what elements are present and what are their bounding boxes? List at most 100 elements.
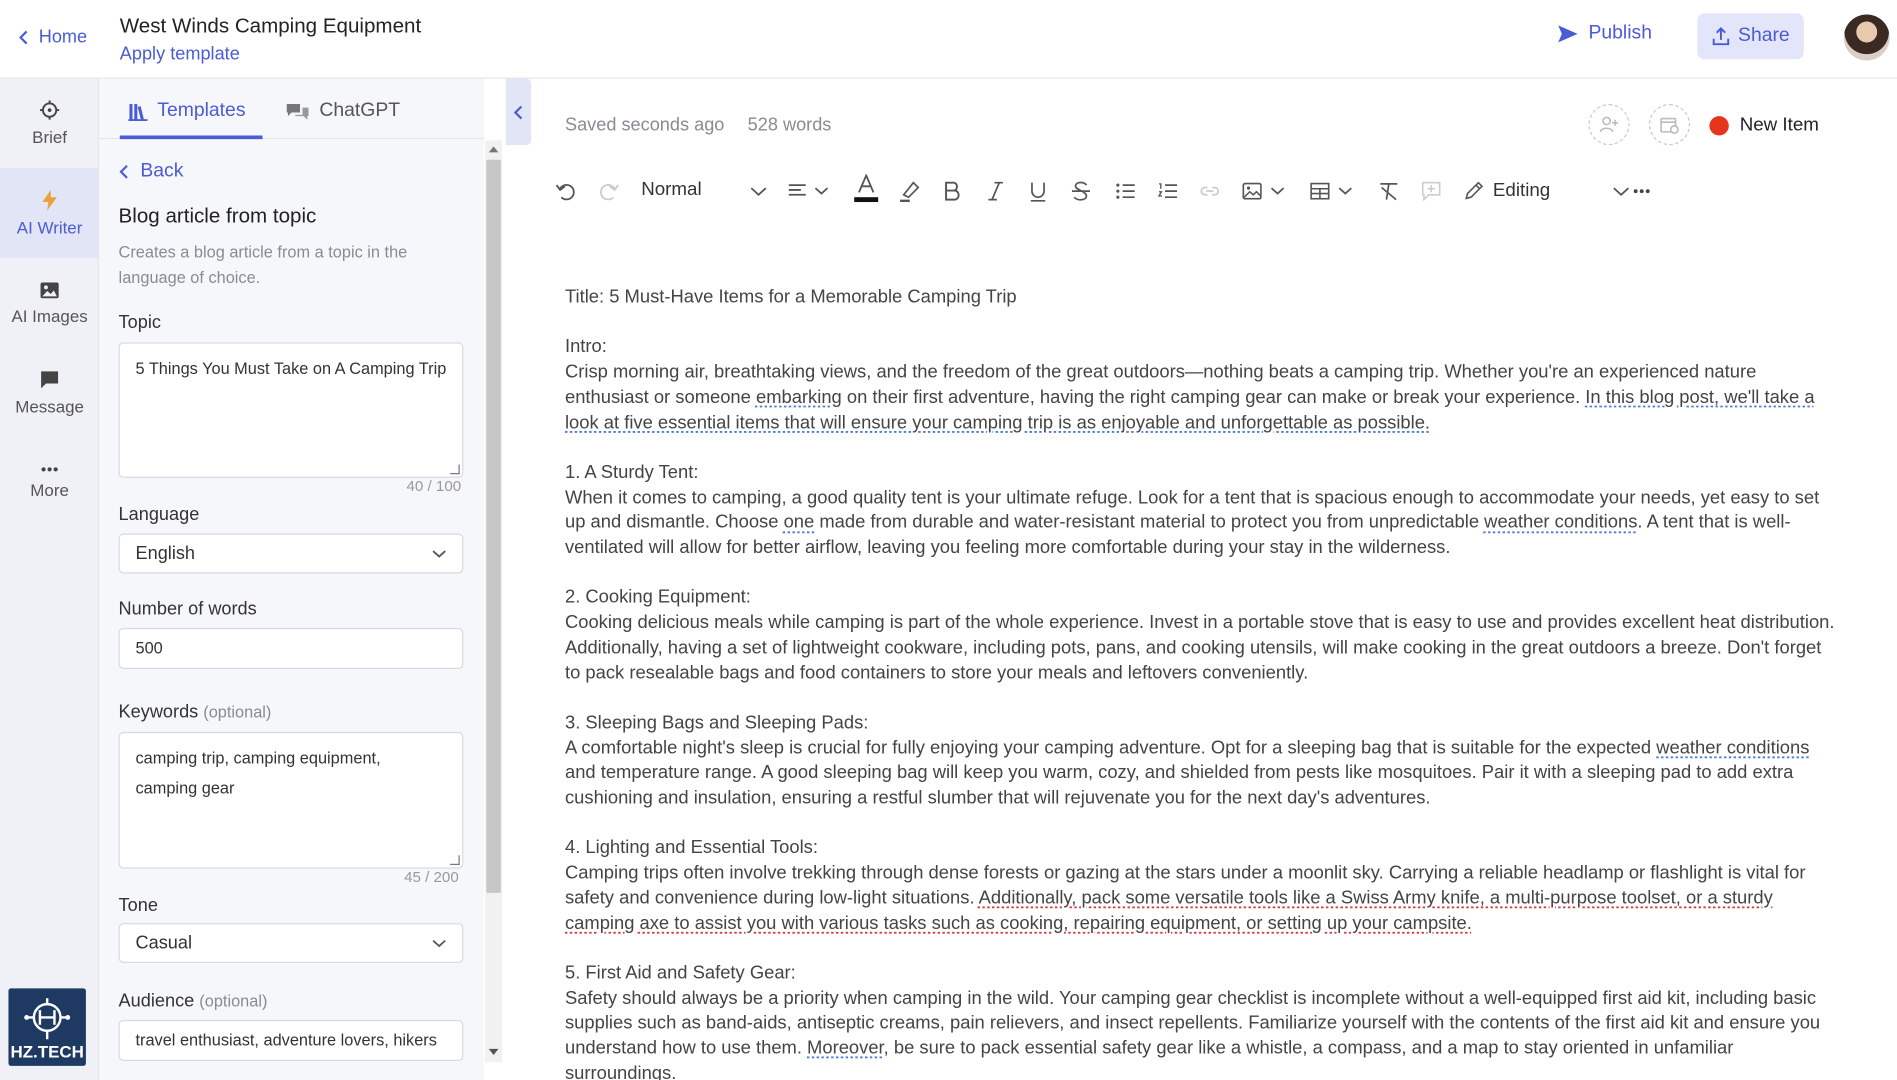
home-link[interactable]: Home <box>17 27 87 47</box>
optional-tag: (optional) <box>203 702 272 722</box>
audience-label: Audience (optional) <box>119 991 268 1012</box>
words-value: 500 <box>135 638 163 657</box>
grammar-suggestion[interactable]: one <box>784 512 815 533</box>
templates-panel: Templates ChatGPT Back Blog article from… <box>99 78 484 1080</box>
tab-templates[interactable]: Templates <box>128 100 245 122</box>
insert-table-button[interactable] <box>1310 178 1352 205</box>
redo-button[interactable] <box>598 178 620 205</box>
tone-label: Tone <box>118 895 158 916</box>
nav-label: More <box>30 480 69 500</box>
avatar[interactable] <box>1843 14 1890 61</box>
nav-label: AI Writer <box>16 217 83 237</box>
language-select[interactable]: English <box>118 533 464 574</box>
align-left-icon <box>788 183 807 200</box>
grammar-suggestion[interactable]: Moreover <box>807 1038 884 1059</box>
document-title[interactable]: West Winds Camping Equipment <box>120 15 421 39</box>
bold-button[interactable] <box>944 178 961 205</box>
audience-label-text: Audience <box>118 990 195 1012</box>
underline-button[interactable] <box>1030 178 1047 205</box>
section-3-paragraph: A comfortable night's sleep is crucial f… <box>565 736 1841 811</box>
library-icon <box>128 102 148 121</box>
nav-item-ai-images[interactable]: AI Images <box>0 259 99 349</box>
grammar-suggestion[interactable]: embarking <box>756 387 842 408</box>
italic-button[interactable] <box>987 178 1004 205</box>
numbered-list-icon <box>1157 183 1178 200</box>
status-badge[interactable]: New Item <box>1709 115 1819 137</box>
keywords-field[interactable]: camping trip, camping equipment, camping… <box>118 731 464 869</box>
strikethrough-button[interactable] <box>1071 178 1091 205</box>
chevron-left-icon <box>17 28 32 45</box>
intro-paragraph: Crisp morning air, breathtaking views, a… <box>565 361 1841 436</box>
language-label: Language <box>118 504 200 526</box>
link-button[interactable] <box>1199 178 1221 205</box>
section-1-paragraph: When it comes to camping, a good quality… <box>565 486 1841 561</box>
highlight-button[interactable] <box>899 178 921 205</box>
more-horizontal-icon <box>1633 189 1650 194</box>
template-title: Blog article from topic <box>118 204 317 228</box>
brand-logo: HZ.TECH <box>8 988 86 1066</box>
publish-button[interactable]: Publish <box>1557 23 1652 45</box>
tone-value: Casual <box>135 932 192 954</box>
undo-icon <box>555 180 577 202</box>
topic-field[interactable]: 5 Things You Must Take on A Camping Trip <box>118 342 464 478</box>
text-run: made from durable and water-resistant ma… <box>814 512 1485 533</box>
keywords-value: camping trip, camping equipment, camping… <box>135 748 381 798</box>
text-run: A comfortable night's sleep is crucial f… <box>564 737 1657 759</box>
text-color-icon <box>854 174 879 203</box>
doc-title-line: Title: 5 Must-Have Items for a Memorable… <box>564 286 1017 308</box>
words-input[interactable]: 500 <box>118 627 464 670</box>
audience-input[interactable]: travel enthusiast, adventure lovers, hik… <box>118 1019 464 1061</box>
word-count: 528 words <box>747 114 832 136</box>
style-select[interactable]: Normal <box>641 179 701 201</box>
nav-item-brief[interactable]: Brief <box>0 79 99 169</box>
insert-image-button[interactable] <box>1242 178 1285 205</box>
share-label: Share <box>1738 25 1790 46</box>
bold-icon <box>944 181 961 201</box>
tab-chatgpt[interactable]: ChatGPT <box>286 100 400 122</box>
add-user-button[interactable] <box>1588 104 1630 146</box>
grammar-suggestion[interactable]: weather conditions <box>1484 512 1637 533</box>
image-icon <box>40 282 59 299</box>
chevron-down-icon <box>814 186 829 196</box>
template-description: Creates a blog article from a topic in t… <box>118 243 408 287</box>
nav-item-ai-writer[interactable]: AI Writer <box>0 168 100 258</box>
tone-select[interactable]: Casual <box>118 923 464 964</box>
nav-label: Brief <box>32 127 68 147</box>
document-body[interactable]: Title: 5 Must-Have Items for a Memorable… <box>565 286 1841 1080</box>
text-color-button[interactable] <box>854 174 879 203</box>
tab-label: Templates <box>157 100 246 121</box>
chevron-down-icon[interactable] <box>750 178 767 205</box>
strikethrough-icon <box>1071 181 1091 201</box>
numbered-list-button[interactable] <box>1157 178 1178 205</box>
collapse-panel-button[interactable] <box>505 78 532 146</box>
apply-template-link[interactable]: Apply template <box>120 44 240 65</box>
section-4-heading: 4. Lighting and Essential Tools: <box>564 837 818 859</box>
lightning-icon <box>41 189 58 210</box>
share-button[interactable]: Share <box>1697 13 1804 60</box>
left-navigation: Brief AI Writer AI Images Message More H… <box>0 78 100 1080</box>
undo-button[interactable] <box>555 178 577 205</box>
scrollbar-thumb[interactable] <box>486 159 501 893</box>
more-options-button[interactable] <box>1633 178 1650 205</box>
back-button[interactable]: Back <box>119 161 183 183</box>
upload-icon <box>1711 27 1729 46</box>
schedule-button[interactable] <box>1648 104 1691 146</box>
editing-mode-select[interactable]: Editing <box>1464 178 1630 205</box>
section-2-paragraph: Cooking delicious meals while camping is… <box>564 612 1835 683</box>
clear-format-button[interactable] <box>1378 178 1400 205</box>
nav-item-more[interactable]: More <box>0 438 99 528</box>
section-4-paragraph: Camping trips often involve trekking thr… <box>565 861 1841 936</box>
topic-label: Topic <box>118 312 161 333</box>
status-dot-icon <box>1709 116 1729 136</box>
topic-value: 5 Things You Must Take on A Camping Trip <box>135 359 447 378</box>
bullet-list-button[interactable] <box>1115 178 1135 205</box>
chevron-down-icon <box>1338 186 1353 196</box>
align-button[interactable] <box>788 178 829 205</box>
resize-handle-icon[interactable] <box>450 464 460 475</box>
resize-handle-icon[interactable] <box>450 855 460 866</box>
circuit-logo-icon <box>24 998 71 1040</box>
nav-item-message[interactable]: Message <box>0 348 99 438</box>
grammar-suggestion[interactable]: weather conditions <box>1656 737 1809 758</box>
chat-bubbles-icon <box>286 102 310 121</box>
comment-button[interactable] <box>1421 178 1441 205</box>
